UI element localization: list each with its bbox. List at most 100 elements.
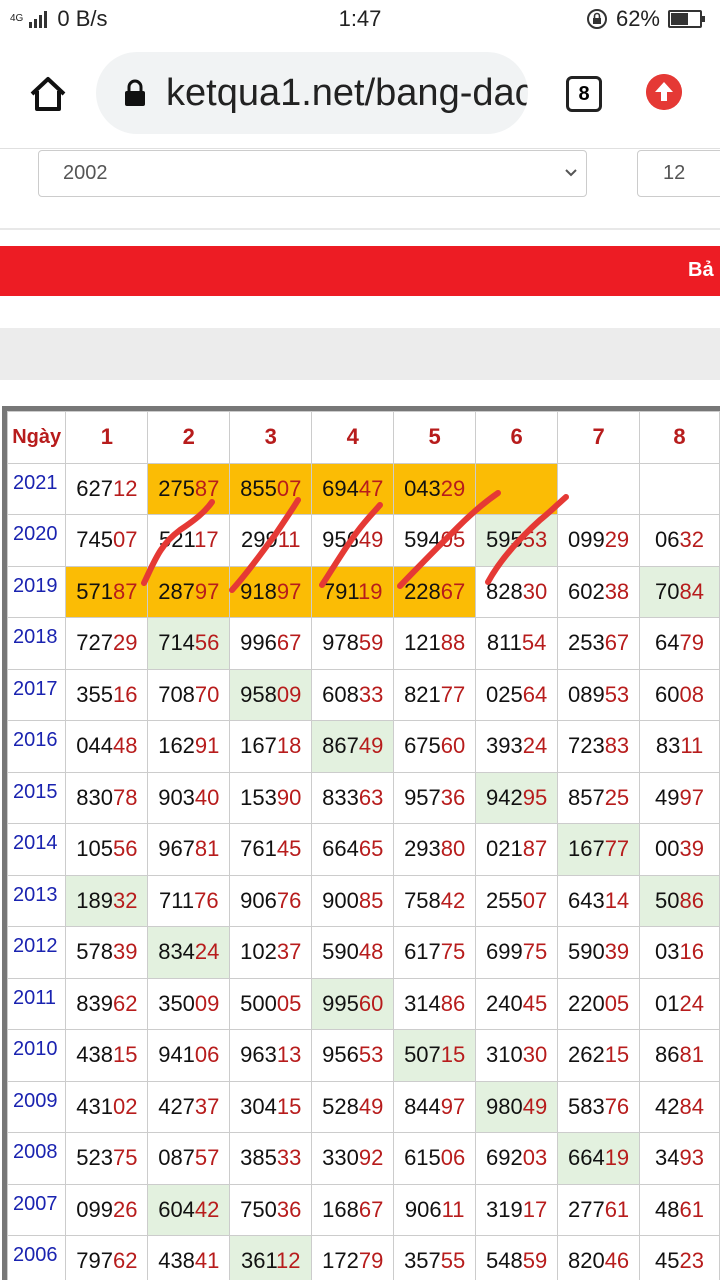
result-cell: 71176	[147, 874, 231, 927]
result-cell: 57839	[65, 926, 149, 979]
header-col-3: 3	[229, 411, 313, 464]
result-digits: 299	[240, 527, 278, 553]
result-tail-digits: 48	[112, 733, 138, 759]
result-tail-digits: 39	[112, 939, 138, 965]
result-digits: 48	[655, 1196, 680, 1222]
table-row: 2017 35516 70870 95809 60833 82177 02564 08953 6…	[6, 668, 720, 721]
table-row: 2016 04448 16291 16718 86749 67560 39324 72383 8…	[6, 720, 720, 773]
result-cell: 95736	[393, 771, 477, 824]
result-tail-digits: 42	[194, 1196, 220, 1222]
result-cell: 83363	[311, 771, 395, 824]
result-tail-digits: 54	[521, 630, 547, 656]
result-cell: 58376	[557, 1080, 641, 1133]
result-cell: 94106	[147, 1029, 231, 1082]
result-tail-digits: 07	[112, 527, 138, 553]
result-tail-digits: 29	[440, 475, 466, 501]
upload-icon[interactable]	[646, 74, 682, 110]
result-cell: 57187	[65, 565, 149, 618]
result-digits: 507	[404, 1042, 441, 1068]
result-tail-digits: 75	[440, 939, 466, 965]
result-tail-digits: 81	[194, 836, 220, 862]
url-text: ketqua1.net/bang-dac	[166, 71, 528, 114]
result-digits: 906	[240, 887, 277, 913]
result-cell: 52117	[147, 514, 231, 567]
result-tail-digits: 24	[679, 990, 704, 1016]
address-bar[interactable]: ketqua1.net/bang-dac	[96, 52, 528, 134]
result-digits: 330	[322, 1145, 359, 1171]
result-cell: 26215	[557, 1029, 641, 1082]
result-digits: 393	[486, 733, 523, 759]
result-cell: 35516	[65, 668, 149, 721]
rotation-lock-icon	[586, 9, 607, 29]
result-cell: 95809	[229, 668, 313, 721]
result-tail-digits: 32	[112, 887, 138, 913]
result-tail-digits: 11	[441, 1196, 465, 1222]
result-digits: 240	[486, 990, 523, 1016]
result-tail-digits: 37	[194, 1093, 220, 1119]
result-cell: 84497	[393, 1080, 477, 1133]
result-digits: 957	[404, 784, 441, 810]
result-tail-digits: 67	[276, 630, 302, 656]
result-digits: 590	[567, 939, 605, 965]
header-col-2: 2	[147, 411, 231, 464]
result-tail-digits: 17	[522, 1196, 548, 1222]
result-tail-digits: 75	[522, 939, 548, 965]
year-select[interactable]: 2002	[38, 150, 587, 197]
result-tail-digits: 85	[358, 887, 384, 913]
result-tail-digits: 32	[679, 527, 704, 553]
result-tail-digits: 49	[522, 1093, 548, 1119]
header-col-8: 8	[639, 411, 720, 464]
result-digits: 361	[240, 1248, 277, 1274]
result-cell: 67560	[393, 720, 477, 773]
result-cell	[475, 462, 559, 515]
row-year: 2008	[6, 1132, 67, 1185]
result-digits: 277	[567, 1196, 605, 1222]
result-tail-digits: 41	[194, 1248, 220, 1274]
result-cell: 30415	[229, 1080, 313, 1133]
result-digits: 189	[76, 887, 113, 913]
home-icon[interactable]	[26, 72, 70, 116]
result-digits: 958	[240, 681, 277, 707]
result-cell: 28797	[147, 565, 231, 618]
result-tail-digits: 53	[358, 1042, 384, 1068]
result-tail-digits: 15	[604, 1042, 630, 1068]
tabs-icon[interactable]: 8	[566, 76, 602, 112]
month-select-value: 12	[663, 162, 686, 184]
result-tail-digits: 97	[440, 1093, 466, 1119]
result-digits: 50	[655, 887, 680, 913]
result-digits: 350	[158, 990, 195, 1016]
result-digits: 521	[159, 527, 195, 553]
result-digits: 021	[486, 836, 523, 862]
tab-count: 8	[578, 82, 590, 105]
result-tail-digits: 87	[522, 836, 548, 862]
result-tail-digits: 81	[679, 1042, 704, 1068]
result-tail-digits: 07	[522, 887, 548, 913]
result-tail-digits: 02	[112, 1093, 138, 1119]
table-row: 2011 83962 35009 50005 99560 31486 24045 22005 0…	[6, 977, 720, 1030]
result-cell: 66419	[557, 1132, 641, 1185]
result-cell: 8311	[639, 720, 720, 773]
result-digits: 089	[567, 681, 605, 707]
result-cell: 04329	[393, 462, 477, 515]
result-cell: 90085	[311, 874, 395, 927]
result-cell: 43841	[147, 1235, 231, 1280]
result-tail-digits: 33	[276, 1145, 302, 1171]
result-digits: 42	[655, 1093, 680, 1119]
result-digits: 723	[567, 733, 605, 759]
result-tail-digits: 97	[194, 578, 220, 604]
result-cell: 25367	[557, 617, 641, 670]
result-digits: 03	[655, 939, 680, 965]
result-cell: 16777	[557, 823, 641, 876]
result-cell	[639, 462, 720, 515]
result-cell: 99560	[311, 977, 395, 1030]
result-cell: 60238	[557, 565, 641, 618]
result-cell: 4861	[639, 1183, 720, 1236]
result-cell: 69975	[475, 926, 559, 979]
result-cell: 98049	[475, 1080, 559, 1133]
section-divider	[0, 228, 720, 230]
month-select[interactable]: 12	[637, 150, 720, 197]
result-digits: 664	[322, 836, 359, 862]
table-row: 2010 43815 94106 96313 95653 50715 31030 26215 8…	[6, 1029, 720, 1082]
table-header-row: Ngày 12345678	[6, 411, 720, 464]
result-tail-digits: 24	[522, 733, 548, 759]
